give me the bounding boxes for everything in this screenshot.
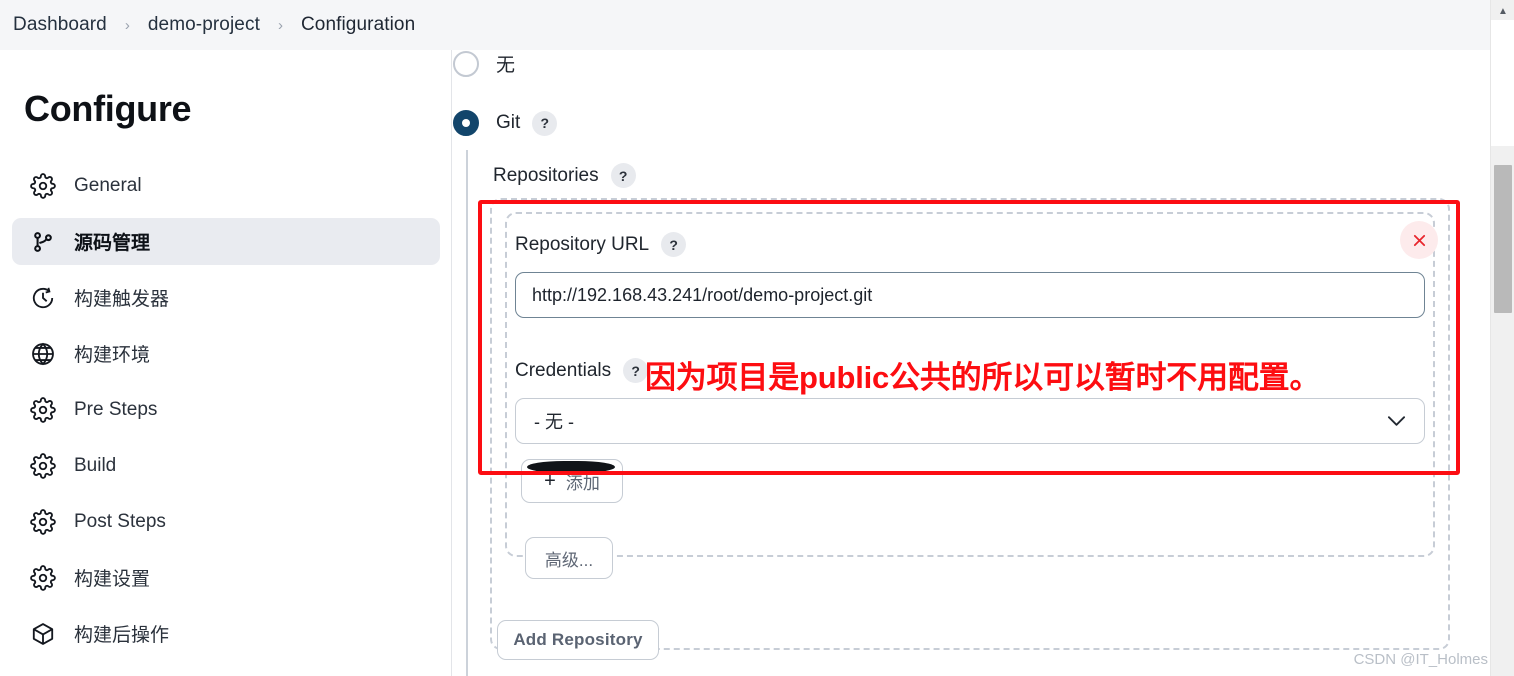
vertical-scrollbar[interactable]: ▲ (1490, 0, 1514, 676)
help-icon-repository-url[interactable]: ? (661, 232, 687, 257)
git-branch-icon (28, 227, 58, 257)
scm-option-git-label: Git (496, 112, 521, 133)
advanced-label: 高级... (544, 550, 594, 570)
globe-icon (28, 339, 58, 369)
sidebar-item-general[interactable]: General (12, 162, 440, 209)
annotation-smudge (527, 461, 615, 473)
sidebar-item-label: 构建触发器 (74, 289, 170, 310)
repository-url-label-group: Repository URL ? (515, 232, 687, 257)
sidebar-item-label: General (74, 174, 142, 196)
scm-option-none[interactable]: 无 (453, 50, 515, 77)
repositories-label: Repositories (493, 164, 599, 186)
breadcrumb-item-configuration[interactable]: Configuration (297, 12, 419, 38)
sidebar-item-label: Post Steps (74, 510, 166, 532)
help-icon-git[interactable]: ? (532, 110, 558, 136)
breadcrumb-separator: › (277, 16, 283, 34)
advanced-button[interactable]: 高级... (525, 537, 613, 579)
sidebar-item-build[interactable]: Build (12, 442, 440, 489)
page-title: Configure (24, 88, 192, 129)
repository-url-label: Repository URL (515, 233, 650, 255)
sidebar-item-label: 构建设置 (74, 569, 151, 590)
section-guide-line (466, 150, 468, 676)
scrollbar-thumb[interactable] (1494, 165, 1512, 313)
credentials-label-group: Credentials ? (515, 358, 649, 383)
gear-icon (28, 171, 58, 201)
radio-git[interactable] (453, 110, 479, 136)
breadcrumb-item-demo-project[interactable]: demo-project (144, 12, 264, 38)
add-repository-button[interactable]: Add Repository (497, 620, 659, 660)
repositories-label-group: Repositories ? (493, 163, 636, 188)
sidebar-item-build-triggers[interactable]: 构建触发器 (12, 274, 440, 321)
plus-icon: + (544, 470, 556, 492)
sidebar-item-label: 构建环境 (74, 345, 151, 366)
gear-icon (28, 395, 58, 425)
add-repository-label: Add Repository (513, 630, 643, 649)
package-icon (28, 619, 58, 649)
scroll-up-arrow[interactable]: ▲ (1491, 2, 1514, 20)
breadcrumb-separator: › (124, 16, 130, 34)
sidebar-nav: General 源码管理 构建触发器 构建环境 Pre Steps Build … (0, 162, 452, 666)
sidebar-item-post-steps[interactable]: Post Steps (12, 498, 440, 545)
credentials-select[interactable]: - 无 - (515, 398, 1425, 444)
gear-icon (28, 507, 58, 537)
breadcrumb-item-dashboard[interactable]: Dashboard (9, 12, 111, 38)
remove-repository-button[interactable] (1400, 221, 1438, 259)
sidebar-item-label: 源码管理 (74, 233, 151, 254)
repository-url-input[interactable]: http://192.168.43.241/root/demo-project.… (515, 272, 1425, 318)
configure-sidebar: Configure General 源码管理 构建触发器 构建环境 Pre St… (0, 50, 452, 676)
gear-icon (28, 563, 58, 593)
sidebar-item-post-build-actions[interactable]: 构建后操作 (12, 610, 440, 657)
scm-option-none-label: 无 (496, 55, 516, 76)
sidebar-item-scm[interactable]: 源码管理 (12, 218, 440, 265)
chevron-down-icon (1387, 416, 1406, 426)
watermark: CSDN @IT_Holmes (1353, 651, 1488, 668)
gear-icon (28, 451, 58, 481)
sidebar-item-label: Pre Steps (74, 398, 158, 420)
scrollbar-track-top (1491, 20, 1514, 146)
credentials-label: Credentials (515, 359, 612, 381)
sidebar-item-label: 构建后操作 (74, 625, 170, 646)
annotation-text: 因为项目是public公共的所以可以暂时不用配置。 (645, 360, 1321, 395)
breadcrumb: Dashboard › demo-project › Configuration (0, 0, 1490, 50)
sidebar-item-label: Build (74, 454, 117, 476)
sidebar-item-pre-steps[interactable]: Pre Steps (12, 386, 440, 433)
sidebar-item-build-environment[interactable]: 构建环境 (12, 330, 440, 377)
credentials-value: - 无 - (534, 412, 574, 432)
scm-option-git[interactable]: Git ? (453, 110, 558, 136)
sidebar-item-build-settings[interactable]: 构建设置 (12, 554, 440, 601)
help-icon-repositories[interactable]: ? (610, 163, 636, 188)
repository-url-value: http://192.168.43.241/root/demo-project.… (532, 284, 873, 305)
radio-none[interactable] (453, 50, 479, 77)
close-icon (1413, 234, 1425, 246)
page-root: Dashboard › demo-project › Configuration… (0, 0, 1514, 676)
clock-icon (28, 283, 58, 313)
